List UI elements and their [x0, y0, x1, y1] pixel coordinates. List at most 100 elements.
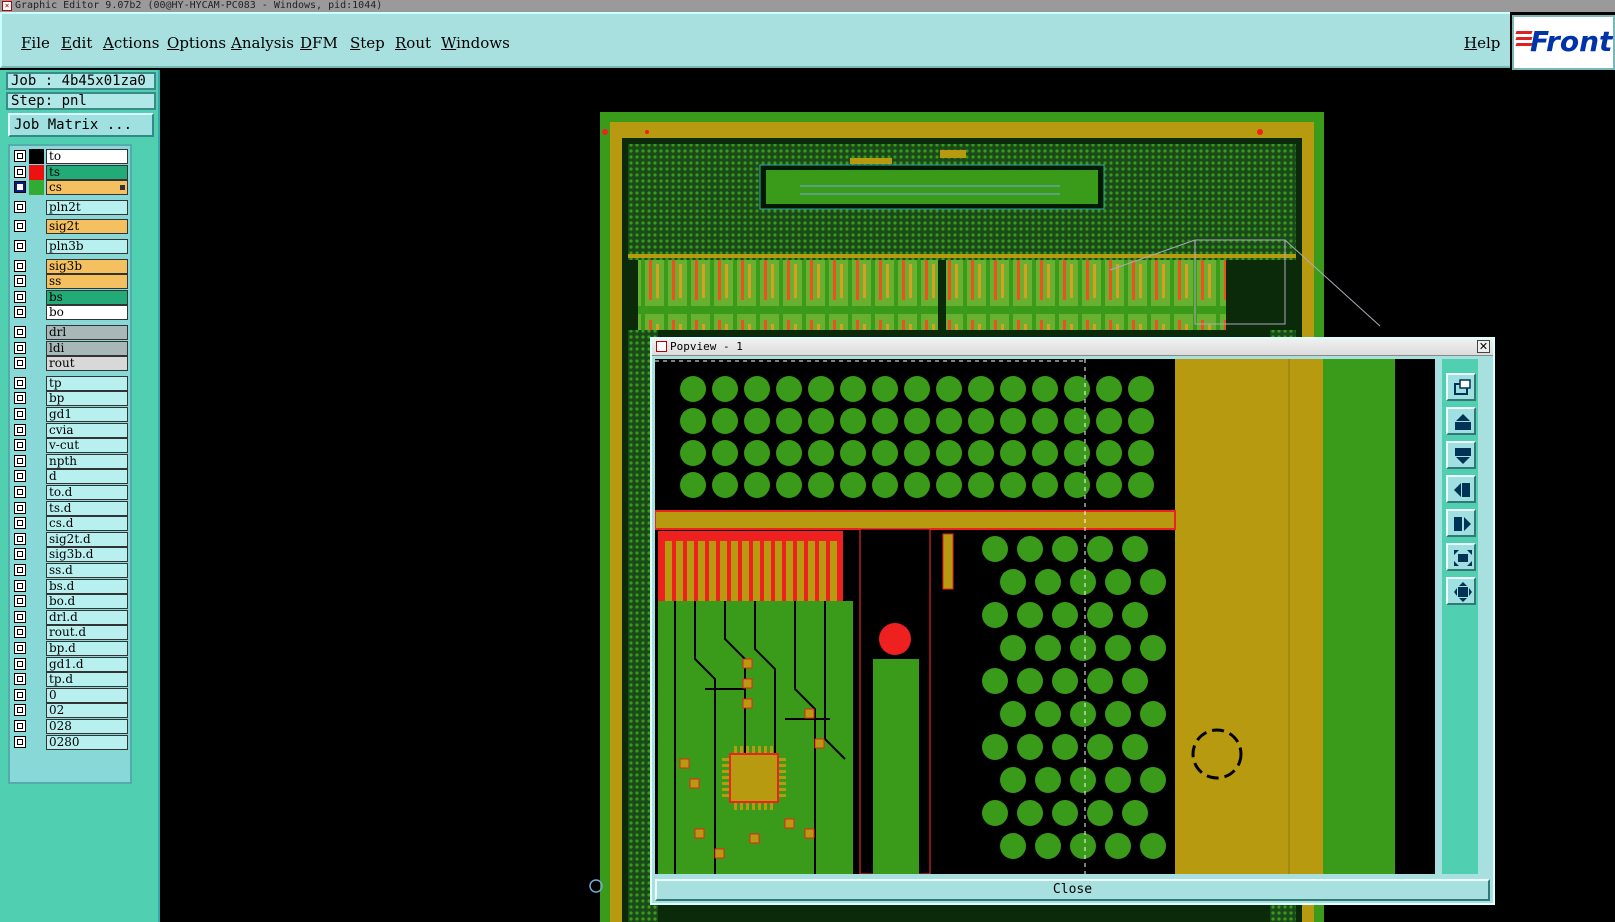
layer-name[interactable]: bp	[46, 391, 128, 407]
layer-name[interactable]: ss	[46, 274, 128, 290]
layer-checkbox[interactable]	[14, 517, 26, 530]
layer-checkbox[interactable]	[14, 720, 26, 732]
popview-close-button[interactable]: Close	[655, 879, 1490, 901]
layer-checkbox[interactable]	[14, 470, 26, 483]
layer-name[interactable]: drl	[46, 325, 128, 340]
layer-row-sig2t[interactable]: sig2t	[13, 219, 129, 235]
layer-checkbox[interactable]	[14, 200, 26, 213]
layer-row-bp.d[interactable]: bp.d	[13, 641, 129, 656]
layer-row-pln2t[interactable]: pln2t	[13, 199, 129, 215]
menu-windows[interactable]: Windows	[441, 34, 510, 52]
layer-name[interactable]: ts	[46, 164, 128, 180]
layer-checkbox[interactable]	[14, 392, 26, 405]
layer-row-bo[interactable]: bo	[13, 305, 129, 321]
layer-color-swatch[interactable]	[29, 149, 44, 164]
layer-checkbox[interactable]	[14, 150, 26, 162]
layer-row-sig2t.d[interactable]: sig2t.d	[13, 531, 129, 547]
menu-help[interactable]: Help	[1464, 34, 1500, 52]
layer-row-0[interactable]: 0	[13, 687, 129, 703]
layer-name[interactable]: ts.d	[46, 500, 128, 516]
layer-row-sig3b.d[interactable]: sig3b.d	[13, 547, 129, 563]
layer-name[interactable]: npth	[46, 453, 128, 469]
menu-step[interactable]: Step	[350, 34, 385, 52]
layer-checkbox[interactable]	[14, 486, 26, 498]
layer-checkbox[interactable]	[14, 423, 26, 436]
layer-name[interactable]: tp	[46, 375, 128, 391]
layer-row-bo.d[interactable]: bo.d	[13, 594, 129, 610]
zoom-fit-icon[interactable]	[1446, 543, 1476, 571]
layer-checkbox[interactable]	[14, 688, 26, 701]
layer-row-gd1[interactable]: gd1	[13, 407, 129, 422]
layer-row-cvia[interactable]: cvia	[13, 422, 129, 438]
layer-name[interactable]: ldi	[46, 340, 128, 356]
layer-name[interactable]: sig2t	[46, 219, 128, 235]
menu-rout[interactable]: Rout	[395, 34, 431, 52]
layer-checkbox[interactable]	[14, 290, 26, 303]
layer-checkbox[interactable]	[14, 673, 26, 686]
layer-row-ts.d[interactable]: ts.d	[13, 500, 129, 516]
layer-row-tp.d[interactable]: tp.d	[13, 672, 129, 688]
layer-checkbox[interactable]	[14, 610, 26, 623]
layer-row-rout.d[interactable]: rout.d	[13, 625, 129, 641]
layer-checkbox[interactable]	[14, 165, 26, 178]
layer-name[interactable]: to.d	[46, 485, 128, 500]
layer-name[interactable]: d	[46, 469, 128, 485]
layer-name[interactable]: ss.d	[46, 563, 128, 578]
layer-checkbox[interactable]	[14, 341, 26, 354]
menu-dfm[interactable]: DFM	[300, 34, 338, 52]
layer-name[interactable]: cvia	[46, 422, 128, 438]
layer-name[interactable]: 0	[46, 687, 128, 703]
popview-graphics-area[interactable]	[655, 359, 1435, 874]
layer-row-028[interactable]: 028	[13, 719, 129, 734]
layer-checkbox[interactable]	[14, 326, 26, 338]
job-matrix-button[interactable]: Job Matrix ...	[8, 113, 154, 137]
layer-checkbox[interactable]	[14, 642, 26, 654]
layer-checkbox[interactable]	[14, 240, 26, 252]
layer-name[interactable]: bs	[46, 289, 128, 305]
layer-row-0280[interactable]: 0280	[13, 734, 129, 750]
layer-checkbox[interactable]	[14, 579, 26, 592]
layer-name[interactable]: drl.d	[46, 609, 128, 625]
pan-right-icon[interactable]	[1446, 509, 1476, 537]
layer-name[interactable]: pln2t	[46, 199, 128, 215]
layer-checkbox[interactable]	[14, 275, 26, 288]
popview-close-icon[interactable]: ✕	[1477, 340, 1490, 353]
layer-checkbox[interactable]	[14, 439, 26, 452]
layer-checkbox[interactable]	[14, 220, 26, 233]
layer-name[interactable]: sig2t.d	[46, 531, 128, 547]
layer-name[interactable]: cs.d	[46, 516, 128, 532]
menu-file[interactable]: File	[21, 34, 50, 52]
layer-checkbox[interactable]	[14, 181, 26, 194]
layer-row-bs.d[interactable]: bs.d	[13, 578, 129, 594]
layer-checkbox[interactable]	[14, 501, 26, 514]
zoom-window-icon[interactable]	[1446, 373, 1476, 401]
layer-name[interactable]: bo	[46, 305, 128, 321]
layer-row-pln3b[interactable]: pln3b	[13, 239, 129, 254]
layer-checkbox[interactable]	[14, 532, 26, 545]
layer-checkbox[interactable]	[14, 357, 26, 370]
layer-name[interactable]: 028	[46, 719, 128, 734]
popview-titlebar[interactable]: Popview - 1 ✕	[652, 339, 1493, 356]
layer-name[interactable]: gd1	[46, 407, 128, 422]
layer-row-bs[interactable]: bs	[13, 289, 129, 305]
layer-checkbox[interactable]	[14, 704, 26, 717]
layer-row-drl[interactable]: drl	[13, 325, 129, 340]
menu-edit[interactable]: Edit	[61, 34, 92, 52]
layer-name[interactable]: sig3b	[46, 258, 128, 274]
layer-row-v-cut[interactable]: v-cut	[13, 438, 129, 454]
layer-name[interactable]: gd1.d	[46, 656, 128, 672]
layer-name[interactable]: tp.d	[46, 672, 128, 688]
layer-name[interactable]: v-cut	[46, 438, 128, 454]
layer-checkbox[interactable]	[14, 306, 26, 319]
layer-checkbox[interactable]	[14, 548, 26, 561]
pan-left-icon[interactable]	[1446, 475, 1476, 503]
layer-row-drl.d[interactable]: drl.d	[13, 609, 129, 625]
layer-checkbox[interactable]	[14, 595, 26, 608]
layer-checkbox[interactable]	[14, 564, 26, 576]
layer-row-gd1.d[interactable]: gd1.d	[13, 656, 129, 672]
layer-name[interactable]: rout.d	[46, 625, 128, 641]
layer-row-ts[interactable]: ts	[13, 164, 129, 180]
layer-name[interactable]: 0280	[46, 734, 128, 750]
layer-row-rout[interactable]: rout	[13, 356, 129, 372]
layer-row-cs[interactable]: cs	[13, 180, 129, 196]
